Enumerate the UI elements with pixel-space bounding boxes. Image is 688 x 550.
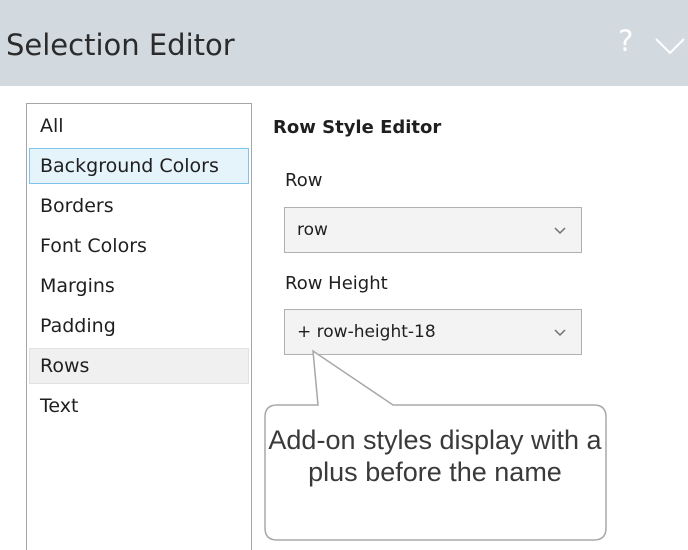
callout-text: Add-on styles display with a plus before… <box>268 425 602 487</box>
